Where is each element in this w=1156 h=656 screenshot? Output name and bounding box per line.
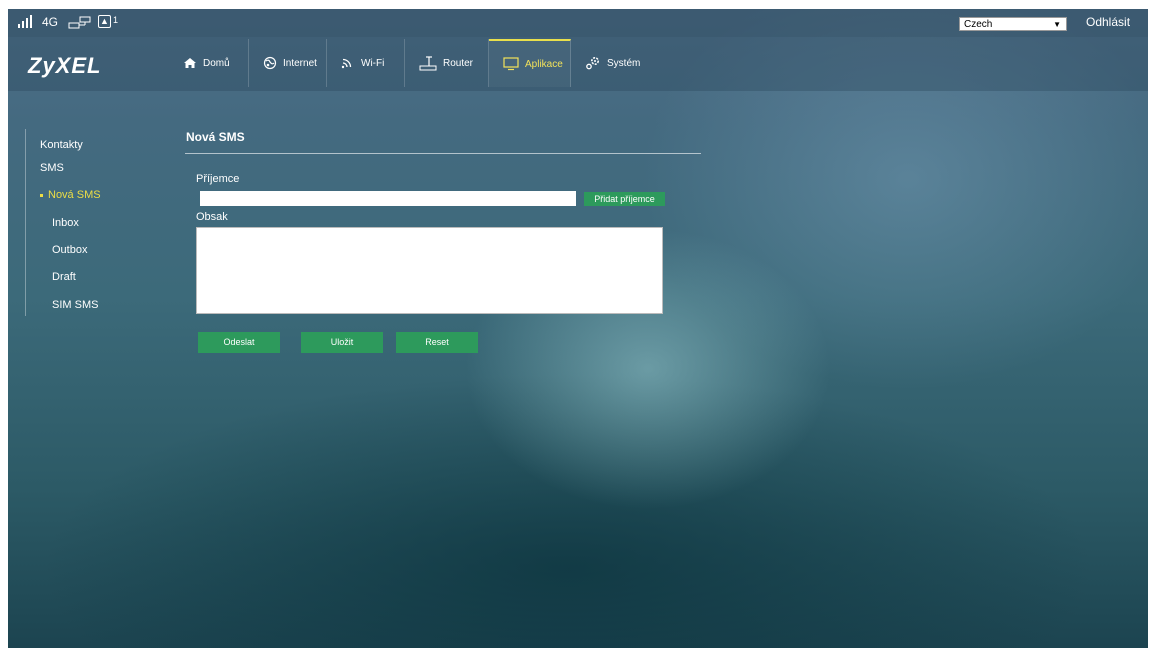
signal-bars-icon <box>18 14 36 30</box>
monitor-icon <box>503 57 519 71</box>
add-recipient-button[interactable]: Přidat příjemce <box>584 192 665 206</box>
reset-button[interactable]: Reset <box>396 332 478 353</box>
content-label: Obsak <box>196 211 228 223</box>
language-value: Czech <box>964 19 993 30</box>
recipient-input[interactable] <box>200 191 576 206</box>
router-icon <box>419 56 437 71</box>
sidebar: Kontakty SMS Nová SMS Inbox Outbox Draft… <box>25 129 126 316</box>
status-bar: 4G ▲ 1 Czech ▼ Odhlásit <box>8 9 1148 37</box>
sidebar-item-outbox[interactable]: Outbox <box>52 244 87 256</box>
wifi-icon <box>341 58 352 69</box>
page-title: Nová SMS <box>186 130 245 144</box>
gears-icon <box>586 56 600 70</box>
active-bullet-icon <box>40 193 43 197</box>
tab-home-label: Domů <box>203 57 230 69</box>
tab-router[interactable]: Router <box>405 39 489 87</box>
network-type: 4G <box>42 15 59 29</box>
language-select[interactable]: Czech ▼ <box>959 17 1067 31</box>
lan-ports-icon <box>68 14 92 30</box>
tab-system-label: Systém <box>607 57 641 69</box>
logout-link[interactable]: Odhlásit <box>1086 15 1130 29</box>
connected-users: ▲ 1 <box>98 14 128 30</box>
sidebar-item-sms[interactable]: SMS <box>40 162 64 174</box>
recipient-label: Příjemce <box>196 173 240 185</box>
sidebar-item-sim-sms[interactable]: SIM SMS <box>52 299 98 311</box>
main-navigation: ZyXEL Domů Internet Wi-Fi Router Aplikac… <box>8 37 1148 91</box>
tab-wifi[interactable]: Wi-Fi <box>327 39 405 87</box>
home-icon <box>184 58 196 68</box>
sidebar-item-draft[interactable]: Draft <box>52 271 76 283</box>
tab-internet[interactable]: Internet <box>249 39 327 87</box>
title-divider <box>185 153 701 154</box>
sidebar-item-inbox[interactable]: Inbox <box>52 217 79 229</box>
zyxel-logo: ZyXEL <box>28 53 102 78</box>
sidebar-item-new-sms[interactable]: Nová SMS <box>40 189 101 201</box>
tab-internet-label: Internet <box>283 57 317 69</box>
sidebar-item-new-sms-label: Nová SMS <box>48 189 101 201</box>
tab-router-label: Router <box>443 57 474 69</box>
router-admin-page: 4G ▲ 1 Czech ▼ Odhlásit ZyXEL Domů Inter… <box>8 9 1148 648</box>
tab-wifi-label: Wi-Fi <box>361 57 385 69</box>
user-icon: ▲ <box>98 15 111 28</box>
message-content-textarea[interactable] <box>196 227 663 314</box>
tab-home[interactable]: Domů <box>169 39 249 87</box>
connected-users-count: 1 <box>113 15 119 25</box>
tab-applications-label: Aplikace <box>525 58 563 70</box>
globe-icon <box>263 56 277 70</box>
tab-applications[interactable]: Aplikace <box>489 39 571 87</box>
chevron-down-icon: ▼ <box>1053 20 1061 29</box>
sidebar-item-contacts[interactable]: Kontakty <box>40 139 83 151</box>
send-button[interactable]: Odeslat <box>198 332 280 353</box>
tab-system[interactable]: Systém <box>571 39 661 87</box>
save-button[interactable]: Uložit <box>301 332 383 353</box>
